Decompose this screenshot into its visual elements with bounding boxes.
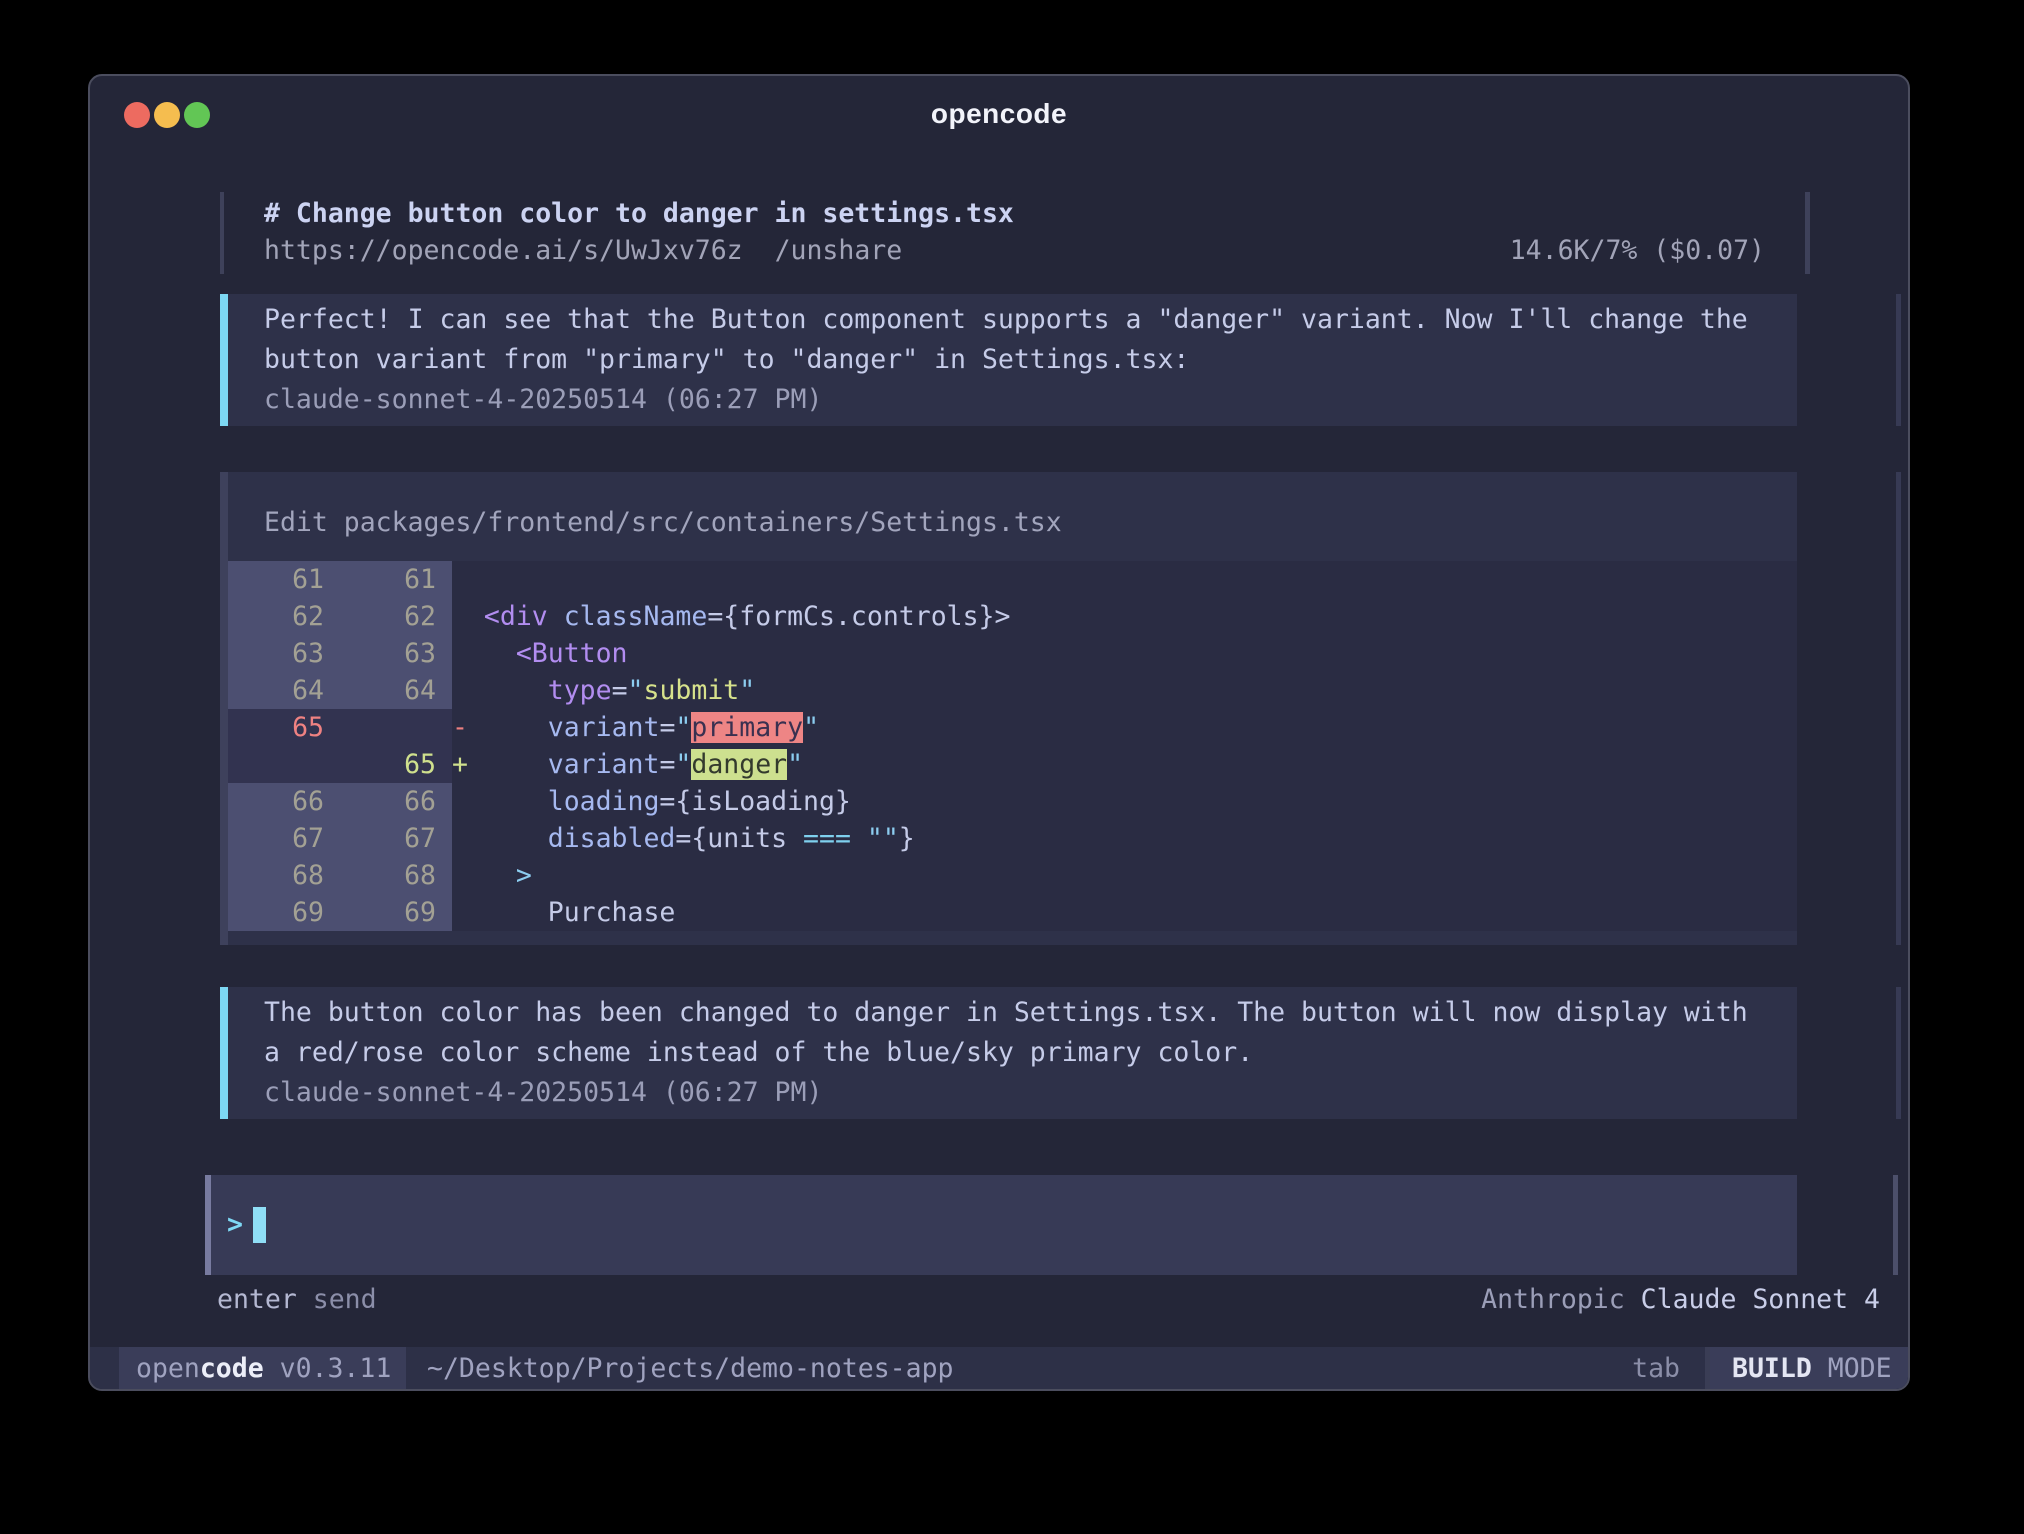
- message-line: The button color has been changed to dan…: [264, 993, 1797, 1033]
- text-cursor: [253, 1207, 266, 1243]
- message-line: Perfect! I can see that the Button compo…: [264, 300, 1797, 340]
- diff-new-line-number: 66: [340, 783, 452, 820]
- mode-indicator[interactable]: BUILD MODE: [1710, 1347, 1908, 1389]
- diff-new-line-number: 62: [340, 598, 452, 635]
- diff-old-line-number: 69: [228, 894, 340, 931]
- titlebar: opencode: [90, 76, 1908, 156]
- edit-tool-title: Edit packages/frontend/src/containers/Se…: [264, 504, 1797, 541]
- diff-row: 6767 disabled={units === ""}: [228, 820, 1797, 857]
- diff-code-line: disabled={units === ""}: [452, 820, 1797, 857]
- share-url[interactable]: https://opencode.ai/s/UwJxv76z: [264, 235, 743, 266]
- diff-code-line: + variant="danger": [452, 746, 1797, 783]
- diff-code-line: - variant="primary": [452, 709, 1797, 746]
- diff-code-line: >: [452, 857, 1797, 894]
- diff-old-line-number: 65: [228, 709, 340, 746]
- assistant-message: The button color has been changed to dan…: [220, 987, 1797, 1119]
- assistant-message: Perfect! I can see that the Button compo…: [220, 294, 1797, 426]
- diff-new-line-number: 61: [340, 561, 452, 598]
- message-meta: claude-sonnet-4-20250514 (06:27 PM): [264, 1073, 1797, 1113]
- diff-code-line: <Button: [452, 635, 1797, 672]
- diff-new-line-number: 63: [340, 635, 452, 672]
- diff-code-line: loading={isLoading}: [452, 783, 1797, 820]
- prompt-input[interactable]: >: [205, 1175, 1797, 1275]
- diff-code-line: Purchase: [452, 894, 1797, 931]
- diff-code-line: [452, 561, 1797, 598]
- model-indicator[interactable]: Anthropic Claude Sonnet 4: [1481, 1284, 1880, 1316]
- message-meta: claude-sonnet-4-20250514 (06:27 PM): [264, 380, 1797, 420]
- opencode-window: opencode # Change button color to danger…: [88, 74, 1910, 1391]
- context-usage: 14.6K/7% ($0.07): [1510, 232, 1765, 269]
- message-line: a red/rose color scheme instead of the b…: [264, 1033, 1797, 1073]
- session-title: # Change button color to danger in setti…: [264, 195, 1765, 232]
- diff-row: 6969 Purchase: [228, 894, 1797, 931]
- diff-old-line-number: 68: [228, 857, 340, 894]
- diff-old-line-number: 67: [228, 820, 340, 857]
- diff-new-line-number: 64: [340, 672, 452, 709]
- prompt-symbol: >: [227, 1209, 243, 1240]
- diff-row: 6666 loading={isLoading}: [228, 783, 1797, 820]
- diff-old-line-number: [228, 746, 340, 783]
- message-right-border: [1896, 987, 1901, 1119]
- diff-new-line-number: [340, 709, 452, 746]
- diff-old-line-number: 66: [228, 783, 340, 820]
- diff-new-line-number: 68: [340, 857, 452, 894]
- app-version-chip: opencode v0.3.11: [119, 1347, 406, 1389]
- footer-hints: enter send Anthropic Claude Sonnet 4: [217, 1284, 1880, 1316]
- diff-old-line-number: 63: [228, 635, 340, 672]
- working-directory: ~/Desktop/Projects/demo-notes-app: [427, 1347, 954, 1389]
- diff-row: 65 - variant="primary": [228, 709, 1797, 746]
- diff-new-line-number: 65: [340, 746, 452, 783]
- tab-key-hint: tab: [1632, 1347, 1680, 1389]
- input-right-border: [1893, 1175, 1898, 1275]
- unshare-command: /unshare: [775, 235, 903, 266]
- window-title: opencode: [90, 98, 1908, 130]
- diff-new-line-number: 69: [340, 894, 452, 931]
- diff-old-line-number: 62: [228, 598, 340, 635]
- diff-row: 6161: [228, 561, 1797, 598]
- edit-right-border: [1896, 472, 1901, 945]
- diff-code-line: type="submit": [452, 672, 1797, 709]
- diff-row: 6262 <div className={formCs.controls}>: [228, 598, 1797, 635]
- diff-new-line-number: 67: [340, 820, 452, 857]
- message-line: button variant from "primary" to "danger…: [264, 340, 1797, 380]
- status-bar: opencode v0.3.11 ~/Desktop/Projects/demo…: [90, 1347, 1908, 1389]
- send-hint: enter send: [217, 1284, 377, 1316]
- message-right-border: [1896, 294, 1901, 426]
- diff-code-line: <div className={formCs.controls}>: [452, 598, 1797, 635]
- session-header: # Change button color to danger in setti…: [220, 192, 1810, 274]
- diff-view: 61616262 <div className={formCs.controls…: [228, 561, 1797, 931]
- diff-row: 65+ variant="danger": [228, 746, 1797, 783]
- diff-row: 6464 type="submit": [228, 672, 1797, 709]
- diff-old-line-number: 61: [228, 561, 340, 598]
- diff-old-line-number: 64: [228, 672, 340, 709]
- edit-tool-block: Edit packages/frontend/src/containers/Se…: [220, 472, 1797, 945]
- diff-row: 6868 >: [228, 857, 1797, 894]
- session-share-line: https://opencode.ai/s/UwJxv76z /unshare: [264, 232, 902, 269]
- diff-row: 6363 <Button: [228, 635, 1797, 672]
